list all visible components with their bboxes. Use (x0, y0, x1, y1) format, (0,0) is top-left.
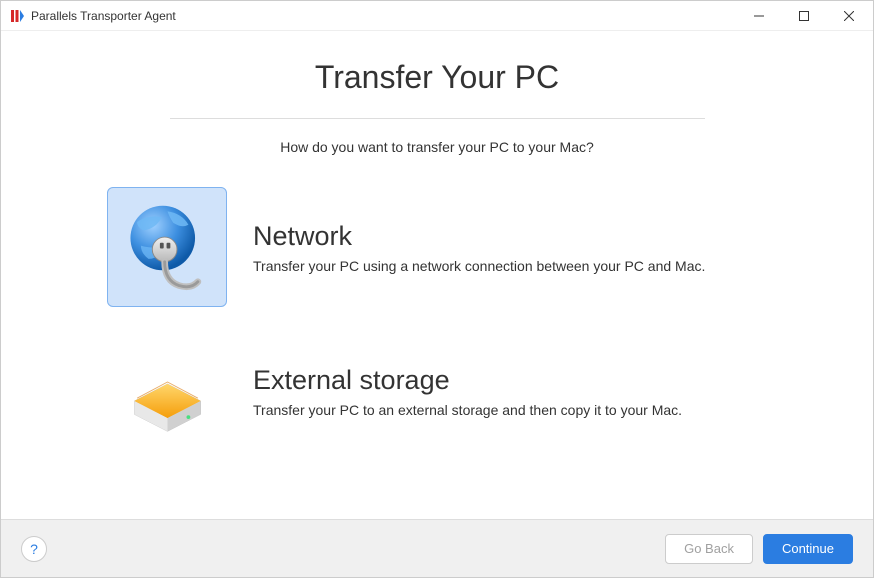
continue-button[interactable]: Continue (763, 534, 853, 564)
titlebar: Parallels Transporter Agent (1, 1, 873, 31)
option-network-text: Network Transfer your PC using a network… (253, 221, 787, 274)
window-title: Parallels Transporter Agent (31, 9, 736, 23)
separator (170, 118, 705, 119)
page-title: Transfer Your PC (315, 59, 559, 96)
page-subtitle: How do you want to transfer your PC to y… (280, 139, 594, 155)
content-area: Transfer Your PC How do you want to tran… (1, 31, 873, 519)
option-network[interactable]: Network Transfer your PC using a network… (107, 187, 787, 307)
maximize-button[interactable] (781, 1, 826, 30)
help-button[interactable]: ? (21, 536, 47, 562)
option-storage-text: External storage Transfer your PC to an … (253, 365, 787, 418)
option-network-desc: Transfer your PC using a network connect… (253, 258, 787, 274)
option-storage-title: External storage (253, 365, 787, 396)
footer: ? Go Back Continue (1, 519, 873, 577)
window-controls (736, 1, 871, 30)
option-storage[interactable]: External storage Transfer your PC to an … (107, 331, 787, 451)
close-button[interactable] (826, 1, 871, 30)
go-back-button[interactable]: Go Back (665, 534, 753, 564)
storage-icon (107, 331, 227, 451)
app-icon (9, 8, 25, 24)
option-storage-desc: Transfer your PC to an external storage … (253, 402, 787, 418)
network-icon (107, 187, 227, 307)
option-network-title: Network (253, 221, 787, 252)
minimize-button[interactable] (736, 1, 781, 30)
options-list: Network Transfer your PC using a network… (87, 187, 787, 451)
